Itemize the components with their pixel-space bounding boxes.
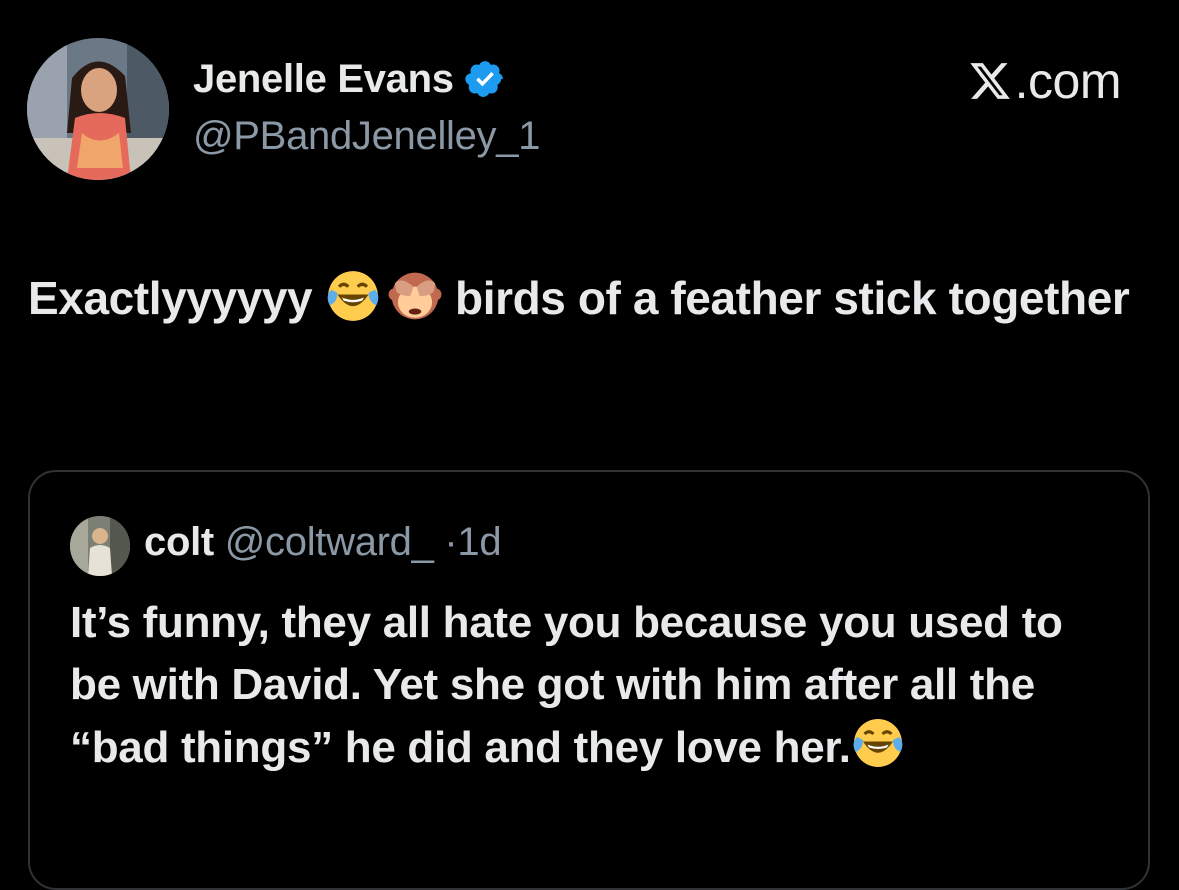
x-logo-icon <box>969 63 1010 99</box>
verified-badge-icon <box>465 61 503 97</box>
quote-text-content: It’s funny, they all hate you because yo… <box>70 598 1075 772</box>
tweet-text-before: Exactlyyyyyy <box>28 272 325 324</box>
quote-author-name[interactable]: colt <box>144 520 214 564</box>
brand-domain: .com <box>1014 53 1122 109</box>
tweet-text-after: birds of a feather stick together <box>442 272 1130 324</box>
x-com-watermark: .com <box>967 52 1122 110</box>
tweet-text: Exactlyyyyyy birds of a feather stick to… <box>28 262 1158 334</box>
face-with-tears-of-joy-icon <box>853 719 903 767</box>
quote-author-avatar[interactable] <box>70 516 130 576</box>
quoted-tweet[interactable]: colt @coltward_ ·1d It’s funny, they all… <box>28 470 1150 890</box>
quote-meta: colt @coltward_ ·1d <box>144 520 502 565</box>
tweet-author: Jenelle Evans @PBandJenelley_1 <box>193 56 540 159</box>
author-handle[interactable]: @PBandJenelley_1 <box>193 114 540 159</box>
author-avatar[interactable] <box>27 38 169 180</box>
avatar-photo <box>27 38 169 180</box>
quote-text: It’s funny, they all hate you because yo… <box>70 592 1120 779</box>
quote-timestamp[interactable]: 1d <box>457 520 501 564</box>
face-with-tears-of-joy-icon <box>327 271 378 321</box>
quote-author-handle[interactable]: @coltward_ <box>225 520 434 564</box>
author-name[interactable]: Jenelle Evans <box>193 57 454 102</box>
see-no-evil-monkey-icon <box>388 272 442 320</box>
meta-separator: · <box>444 520 458 564</box>
quote-avatar-photo <box>70 516 130 576</box>
